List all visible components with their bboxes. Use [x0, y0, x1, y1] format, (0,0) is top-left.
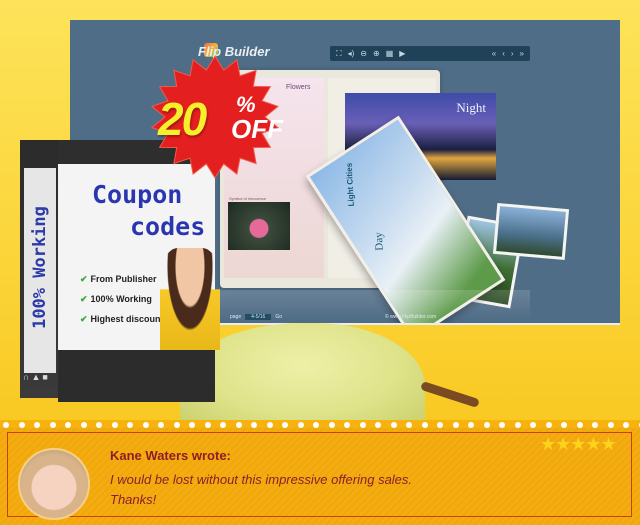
pear-stem	[420, 380, 480, 409]
prev-page-icon[interactable]: ‹	[502, 46, 505, 61]
box-front-bottom	[58, 350, 215, 402]
box-side-text: 100% Working	[30, 206, 50, 329]
feature-label: Highest discount	[90, 314, 164, 324]
review-text-line2: Thanks!	[110, 492, 157, 507]
cathedral-photo	[492, 202, 570, 261]
thumbnails-icon[interactable]: ▦	[386, 46, 394, 61]
feature-label: 100% Working	[90, 294, 152, 304]
support-agent-image	[160, 248, 220, 350]
discount-badge: 20 % OFF	[140, 52, 290, 182]
reviewer-avatar	[18, 448, 90, 520]
feature-label: From Publisher	[90, 274, 157, 284]
night-label: Night	[456, 100, 486, 115]
fullscreen-icon[interactable]: ⛶	[336, 46, 342, 61]
discount-value: 20	[158, 93, 207, 145]
review-text: I would be lost without this impressive …	[110, 470, 490, 510]
play-icon[interactable]: ▶	[399, 46, 405, 61]
box-bottom-icons: ∩▲■	[23, 372, 50, 382]
check-icon: ✔	[80, 274, 88, 284]
feature-item: ✔ Highest discount	[80, 314, 164, 325]
last-page-icon[interactable]: »	[520, 46, 524, 61]
review-author: Kane Waters wrote:	[110, 448, 231, 463]
page-number-input[interactable]: 4-5/16	[245, 314, 272, 320]
flip-page-title: Light Cities	[344, 162, 356, 207]
page-navigator: page 4-5/16 Go	[230, 314, 282, 320]
promo-banner: Flip Builder ⛶ ◂) ⊖ ⊕ ▦ ▶ « ‹ › » Flower…	[0, 0, 640, 420]
review-panel: Kane Waters wrote: I would be lost witho…	[0, 428, 640, 525]
check-icon: ✔	[80, 314, 88, 324]
lotus-photo	[228, 202, 290, 250]
review-text-line1: I would be lost without this impressive …	[110, 472, 413, 487]
go-button[interactable]: Go	[275, 314, 282, 320]
user-icon: ▲	[31, 372, 43, 382]
first-page-icon[interactable]: «	[492, 46, 496, 61]
discount-suffix: OFF	[231, 114, 283, 144]
feature-item: ✔ 100% Working	[80, 294, 152, 305]
sound-icon[interactable]: ◂)	[348, 46, 355, 61]
rating-stars: ★★★★★	[540, 434, 617, 454]
copyright-text: © www.FlipBuilder.com	[385, 314, 437, 320]
next-page-icon[interactable]: ›	[511, 46, 514, 61]
goto-prefix: page	[230, 314, 242, 320]
feature-item: ✔ From Publisher	[80, 274, 157, 285]
flip-page-label: Day	[372, 231, 386, 251]
check-icon: ✔	[80, 294, 88, 304]
box-title-line2: codes	[130, 212, 206, 241]
zoom-in-icon[interactable]: ⊕	[373, 46, 380, 61]
chat-icon: ■	[42, 372, 50, 382]
left-page-caption: Symbol of innocence	[229, 196, 267, 201]
zoom-out-icon[interactable]: ⊖	[360, 46, 367, 61]
viewer-toolbar: ⛶ ◂) ⊖ ⊕ ▦ ▶ « ‹ › »	[330, 46, 530, 61]
box-title-line1: Coupon	[92, 180, 183, 209]
